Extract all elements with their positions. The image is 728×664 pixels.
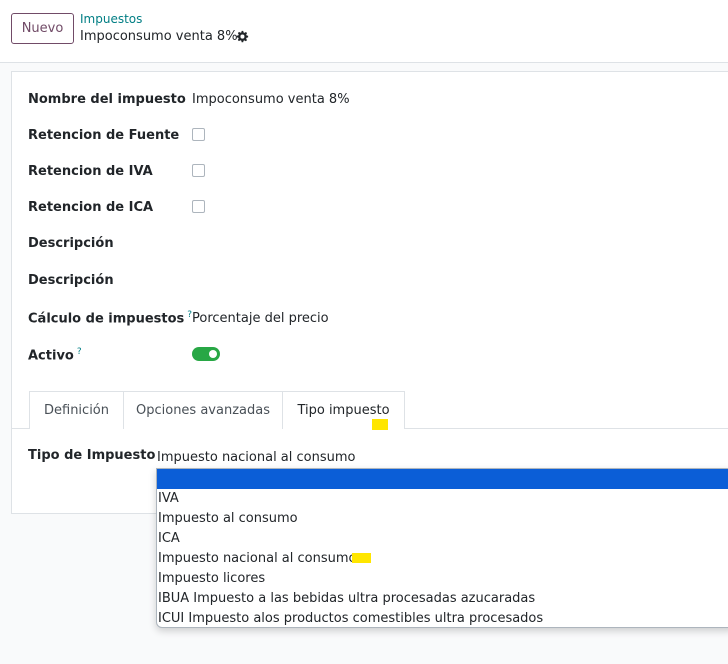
tax-type-dropdown: IVA Impuesto al consumo ICA Impuesto nac… bbox=[156, 468, 728, 628]
withholding-iva-label: Retencion de IVA bbox=[28, 164, 153, 179]
breadcrumb-parent-link[interactable]: Impuestos bbox=[80, 12, 142, 26]
withholding-ica-checkbox[interactable] bbox=[192, 200, 205, 213]
withholding-iva-checkbox[interactable] bbox=[192, 164, 205, 177]
annotation-highlight bbox=[372, 419, 388, 430]
withholding-ica-label: Retencion de ICA bbox=[28, 200, 154, 215]
tab-advanced-options[interactable]: Opciones avanzadas bbox=[123, 391, 283, 429]
dropdown-option-empty[interactable] bbox=[157, 469, 728, 489]
description-label-secondary: Descripción bbox=[28, 273, 114, 288]
active-label: Activo? bbox=[28, 347, 82, 363]
tax-type-label: Tipo de Impuesto bbox=[28, 448, 156, 463]
withholding-source-label: Retencion de Fuente bbox=[28, 128, 180, 143]
control-panel: Nuevo Impuestos Impoconsumo venta 8% bbox=[0, 0, 728, 63]
dropdown-option[interactable]: ICUI Impuesto alos productos comestibles… bbox=[157, 609, 728, 629]
computation-label-text: Cálculo de impuestos bbox=[28, 311, 185, 327]
dropdown-option[interactable]: Impuesto licores bbox=[157, 569, 728, 589]
dropdown-option[interactable]: Impuesto nacional al consumo bbox=[157, 549, 728, 569]
gear-icon[interactable] bbox=[235, 30, 249, 44]
dropdown-option[interactable]: IBUA Impuesto a las bebidas ultra proces… bbox=[157, 589, 728, 609]
annotation-highlight bbox=[352, 553, 371, 563]
tax-type-select[interactable]: Impuesto nacional al consumo bbox=[157, 449, 728, 470]
tax-name-label: Nombre del impuesto bbox=[28, 92, 186, 107]
new-button[interactable]: Nuevo bbox=[11, 13, 74, 44]
computation-label: Cálculo de impuestos? bbox=[28, 310, 192, 326]
description-label: Descripción bbox=[28, 236, 114, 251]
help-tooltip-icon[interactable]: ? bbox=[77, 347, 82, 357]
breadcrumb-current: Impoconsumo venta 8% bbox=[80, 29, 238, 44]
active-label-text: Activo bbox=[28, 348, 74, 364]
dropdown-option[interactable]: Impuesto al consumo bbox=[157, 509, 728, 529]
tab-definition[interactable]: Definición bbox=[29, 391, 124, 429]
tax-name-value[interactable]: Impoconsumo venta 8% bbox=[192, 92, 350, 107]
active-toggle[interactable] bbox=[192, 347, 220, 361]
dropdown-option[interactable]: IVA bbox=[157, 489, 728, 509]
withholding-source-checkbox[interactable] bbox=[192, 128, 205, 141]
computation-value[interactable]: Porcentaje del precio bbox=[192, 311, 329, 326]
dropdown-option[interactable]: ICA bbox=[157, 529, 728, 549]
